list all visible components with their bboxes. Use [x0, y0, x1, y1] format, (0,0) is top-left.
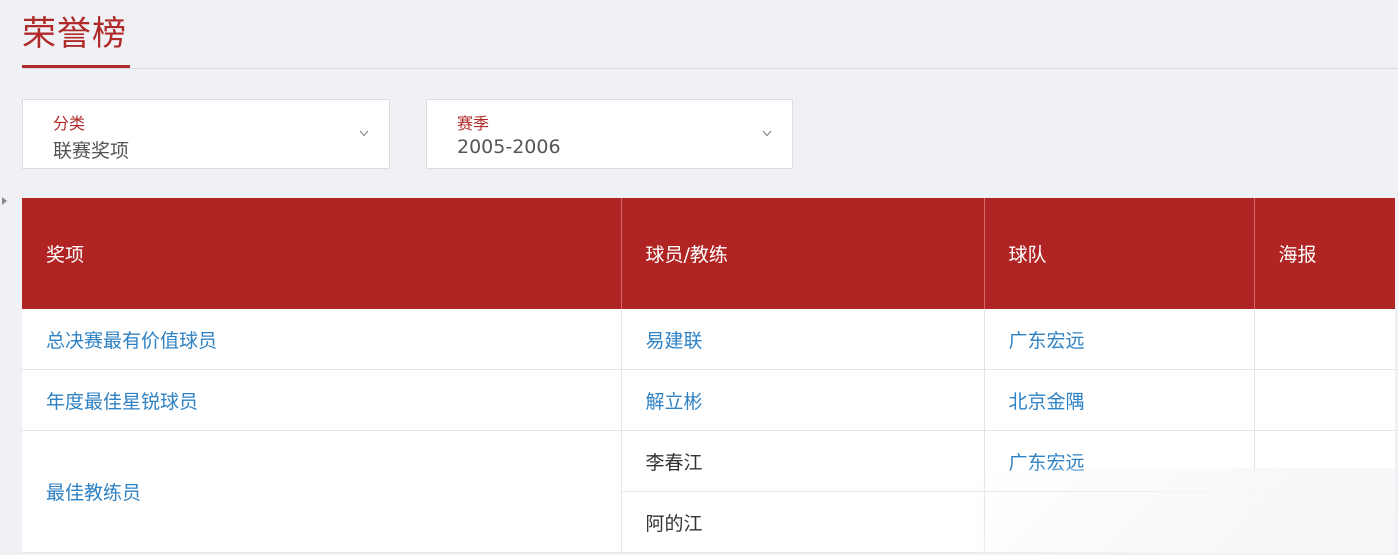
column-header-team: 球队 — [984, 198, 1255, 309]
table-row: 最佳教练员 李春江 广东宏远 — [22, 430, 1395, 553]
season-select[interactable]: 赛季 2005-2006 — [426, 99, 793, 169]
page-header: 荣誉榜 — [22, 8, 130, 68]
poster-cell — [1254, 430, 1395, 492]
table-header-row: 奖项 球员/教练 球队 海报 — [22, 198, 1395, 309]
award-cell[interactable]: 最佳教练员 — [22, 430, 622, 553]
column-header-award: 奖项 — [22, 198, 622, 309]
category-select-label: 分类 — [53, 114, 86, 133]
page-title: 荣誉榜 — [22, 14, 127, 54]
season-select-label: 赛季 — [457, 114, 490, 133]
poster-cell — [1254, 309, 1395, 370]
chevron-down-icon — [762, 130, 772, 137]
poster-cell — [1254, 369, 1395, 431]
person-cell: 李春江 — [621, 430, 985, 492]
header-divider — [22, 68, 1398, 69]
table-row: 总决赛最有价值球员 易建联 广东宏远 — [22, 309, 1395, 370]
honor-roll-page: 荣誉榜 分类 联赛奖项 赛季 2005-2006 奖项 球员/教练 球队 海报 … — [0, 0, 1398, 555]
expand-arrow-icon[interactable] — [2, 197, 7, 205]
award-cell[interactable]: 总决赛最有价值球员 — [22, 309, 622, 370]
category-select-value: 联赛奖项 — [53, 140, 130, 162]
chevron-down-icon — [359, 130, 369, 137]
team-cell[interactable]: 广东宏远 — [984, 430, 1255, 492]
column-header-person: 球员/教练 — [621, 198, 985, 309]
poster-cell — [1254, 491, 1395, 553]
person-cell[interactable]: 易建联 — [621, 309, 985, 370]
team-cell[interactable]: 北京金隅 — [984, 369, 1255, 431]
team-cell — [984, 491, 1255, 553]
award-cell[interactable]: 年度最佳星锐球员 — [22, 369, 622, 431]
awards-table: 奖项 球员/教练 球队 海报 总决赛最有价值球员 易建联 广东宏远 年度最佳星锐… — [22, 198, 1395, 553]
person-cell[interactable]: 解立彬 — [621, 369, 985, 431]
column-header-poster: 海报 — [1278, 244, 1317, 266]
table-row: 年度最佳星锐球员 解立彬 北京金隅 — [22, 369, 1395, 431]
category-select[interactable]: 分类 联赛奖项 — [22, 99, 390, 169]
team-cell[interactable]: 广东宏远 — [984, 309, 1255, 370]
person-cell: 阿的江 — [621, 491, 985, 553]
season-select-value: 2005-2006 — [457, 136, 561, 158]
awards-table-container: 奖项 球员/教练 球队 海报 总决赛最有价值球员 易建联 广东宏远 年度最佳星锐… — [22, 198, 1395, 553]
